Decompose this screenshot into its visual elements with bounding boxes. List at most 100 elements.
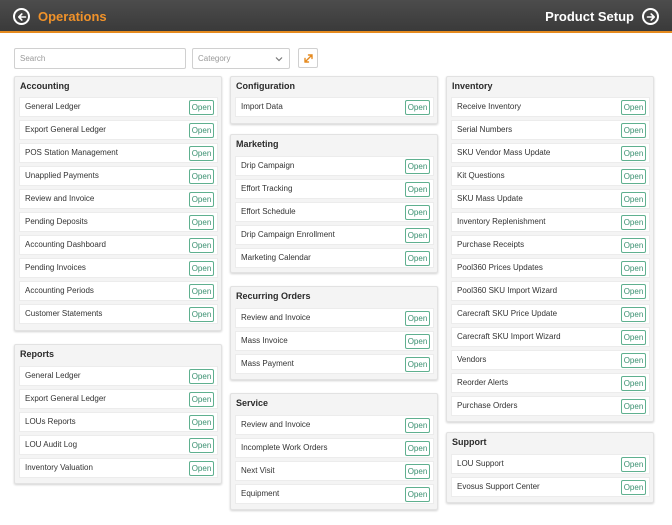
open-button[interactable]: Open <box>405 441 430 456</box>
list-item[interactable]: Accounting Periods Open <box>19 281 218 301</box>
list-item[interactable]: Equipment Open <box>235 484 434 504</box>
list-item[interactable]: Reorder Alerts Open <box>451 373 650 393</box>
item-label[interactable]: Marketing Calendar <box>241 253 311 262</box>
open-button[interactable]: Open <box>189 284 214 299</box>
open-button[interactable]: Open <box>189 146 214 161</box>
open-button[interactable]: Open <box>621 192 646 207</box>
list-item[interactable]: Accounting Dashboard Open <box>19 235 218 255</box>
list-item[interactable]: LOU Audit Log Open <box>19 435 218 455</box>
open-button[interactable]: Open <box>621 457 646 472</box>
list-item[interactable]: POS Station Management Open <box>19 143 218 163</box>
list-item[interactable]: Pending Deposits Open <box>19 212 218 232</box>
open-button[interactable]: Open <box>621 307 646 322</box>
item-label[interactable]: Accounting Dashboard <box>25 240 106 249</box>
open-button[interactable]: Open <box>189 307 214 322</box>
open-button[interactable]: Open <box>621 123 646 138</box>
expand-button[interactable] <box>298 48 318 68</box>
list-item[interactable]: Drip Campaign Open <box>235 156 434 176</box>
item-label[interactable]: Unapplied Payments <box>25 171 99 180</box>
item-label[interactable]: SKU Mass Update <box>457 194 523 203</box>
arrow-right-circle-icon[interactable] <box>642 8 659 25</box>
item-label[interactable]: Export General Ledger <box>25 394 106 403</box>
list-item[interactable]: LOU Support Open <box>451 454 650 474</box>
item-label[interactable]: Kit Questions <box>457 171 505 180</box>
open-button[interactable]: Open <box>189 461 214 476</box>
open-button[interactable]: Open <box>621 238 646 253</box>
open-button[interactable]: Open <box>621 480 646 495</box>
list-item[interactable]: Receive Inventory Open <box>451 97 650 117</box>
operations-title[interactable]: Operations <box>38 9 107 24</box>
open-button[interactable]: Open <box>189 369 214 384</box>
open-button[interactable]: Open <box>405 487 430 502</box>
open-button[interactable]: Open <box>189 100 214 115</box>
open-button[interactable]: Open <box>189 415 214 430</box>
item-label[interactable]: Purchase Orders <box>457 401 517 410</box>
list-item[interactable]: Purchase Orders Open <box>451 396 650 416</box>
item-label[interactable]: Incomplete Work Orders <box>241 443 328 452</box>
open-button[interactable]: Open <box>621 330 646 345</box>
item-label[interactable]: POS Station Management <box>25 148 118 157</box>
open-button[interactable]: Open <box>621 284 646 299</box>
list-item[interactable]: Incomplete Work Orders Open <box>235 438 434 458</box>
list-item[interactable]: Inventory Valuation Open <box>19 458 218 478</box>
item-label[interactable]: Carecraft SKU Price Update <box>457 309 557 318</box>
item-label[interactable]: Receive Inventory <box>457 102 521 111</box>
item-label[interactable]: Pending Invoices <box>25 263 86 272</box>
item-label[interactable]: Mass Invoice <box>241 336 288 345</box>
item-label[interactable]: SKU Vendor Mass Update <box>457 148 550 157</box>
item-label[interactable]: LOUs Reports <box>25 417 76 426</box>
open-button[interactable]: Open <box>621 169 646 184</box>
list-item[interactable]: Review and Invoice Open <box>235 415 434 435</box>
category-select[interactable]: Category <box>192 48 290 69</box>
list-item[interactable]: Pending Invoices Open <box>19 258 218 278</box>
list-item[interactable]: Purchase Receipts Open <box>451 235 650 255</box>
item-label[interactable]: Serial Numbers <box>457 125 512 134</box>
open-button[interactable]: Open <box>405 182 430 197</box>
list-item[interactable]: Import Data Open <box>235 97 434 117</box>
list-item[interactable]: Marketing Calendar Open <box>235 248 434 268</box>
open-button[interactable]: Open <box>405 334 430 349</box>
item-label[interactable]: LOU Support <box>457 459 504 468</box>
list-item[interactable]: Inventory Replenishment Open <box>451 212 650 232</box>
item-label[interactable]: Purchase Receipts <box>457 240 524 249</box>
item-label[interactable]: Inventory Valuation <box>25 463 93 472</box>
list-item[interactable]: Mass Invoice Open <box>235 331 434 351</box>
list-item[interactable]: Pool360 SKU Import Wizard Open <box>451 281 650 301</box>
item-label[interactable]: Vendors <box>457 355 486 364</box>
item-label[interactable]: Export General Ledger <box>25 125 106 134</box>
open-button[interactable]: Open <box>405 464 430 479</box>
open-button[interactable]: Open <box>189 192 214 207</box>
list-item[interactable]: General Ledger Open <box>19 366 218 386</box>
item-label[interactable]: General Ledger <box>25 371 81 380</box>
item-label[interactable]: Drip Campaign <box>241 161 294 170</box>
item-label[interactable]: Pool360 Prices Updates <box>457 263 543 272</box>
product-setup-title[interactable]: Product Setup <box>545 9 634 24</box>
list-item[interactable]: Review and Invoice Open <box>235 308 434 328</box>
item-label[interactable]: Review and Invoice <box>25 194 94 203</box>
item-label[interactable]: LOU Audit Log <box>25 440 77 449</box>
list-item[interactable]: Unapplied Payments Open <box>19 166 218 186</box>
list-item[interactable]: Customer Statements Open <box>19 304 218 324</box>
open-button[interactable]: Open <box>621 146 646 161</box>
list-item[interactable]: SKU Mass Update Open <box>451 189 650 209</box>
open-button[interactable]: Open <box>405 205 430 220</box>
open-button[interactable]: Open <box>189 261 214 276</box>
list-item[interactable]: Export General Ledger Open <box>19 389 218 409</box>
item-label[interactable]: Reorder Alerts <box>457 378 508 387</box>
open-button[interactable]: Open <box>189 438 214 453</box>
list-item[interactable]: Effort Schedule Open <box>235 202 434 222</box>
item-label[interactable]: Customer Statements <box>25 309 102 318</box>
item-label[interactable]: Review and Invoice <box>241 420 310 429</box>
list-item[interactable]: General Ledger Open <box>19 97 218 117</box>
list-item[interactable]: Evosus Support Center Open <box>451 477 650 497</box>
item-label[interactable]: General Ledger <box>25 102 81 111</box>
list-item[interactable]: Mass Payment Open <box>235 354 434 374</box>
list-item[interactable]: Drip Campaign Enrollment Open <box>235 225 434 245</box>
list-item[interactable]: Next Visit Open <box>235 461 434 481</box>
search-input[interactable] <box>14 48 186 69</box>
open-button[interactable]: Open <box>621 353 646 368</box>
open-button[interactable]: Open <box>405 100 430 115</box>
item-label[interactable]: Next Visit <box>241 466 275 475</box>
open-button[interactable]: Open <box>189 169 214 184</box>
open-button[interactable]: Open <box>621 261 646 276</box>
